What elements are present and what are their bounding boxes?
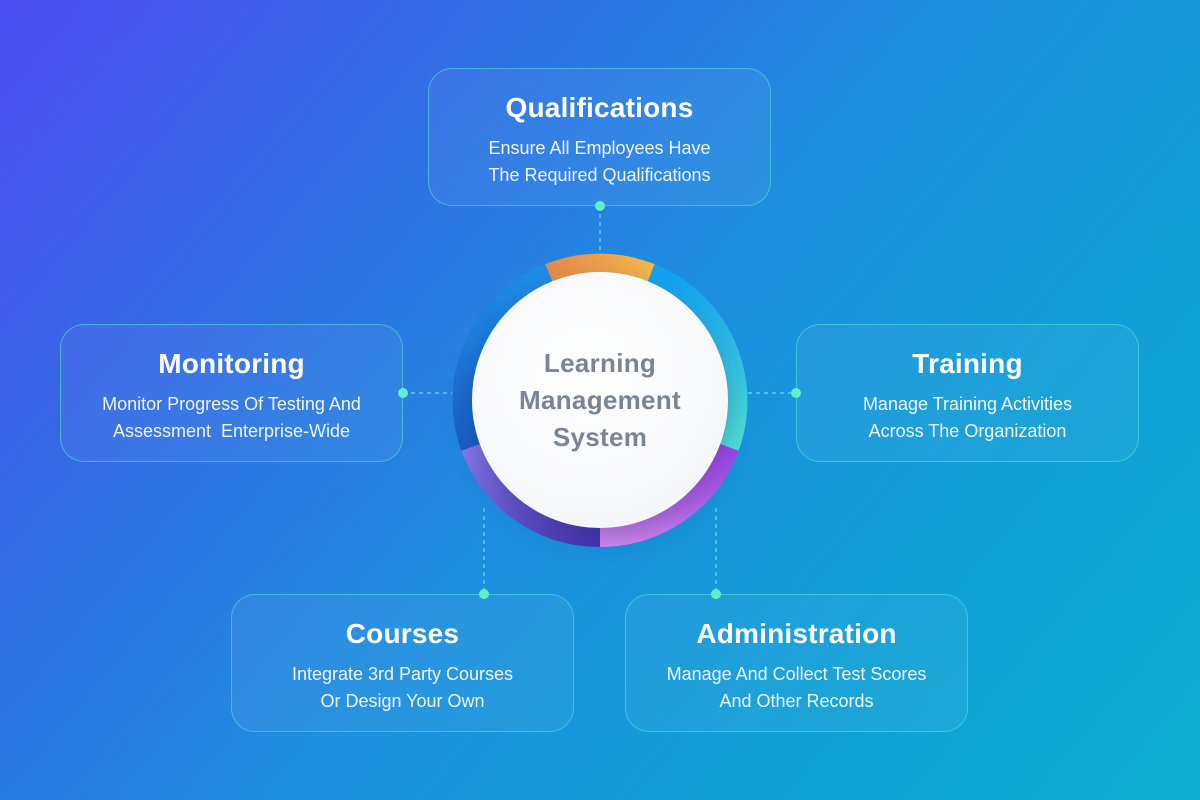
hub-title-line-1: Learning: [543, 347, 657, 378]
training-description-line-1: Manage Training Activities: [862, 394, 1073, 414]
administration-card: Administration Manage And Collect Test S…: [625, 594, 968, 732]
qualifications-description-line-2: The Required Qualifications: [488, 165, 711, 185]
monitoring-description-line-1: Monitor Progress Of Testing And: [102, 394, 361, 414]
courses-title: Courses: [345, 618, 460, 649]
monitoring-title: Monitoring: [158, 348, 305, 379]
courses-description-line-2: Or Design Your Own: [320, 691, 485, 711]
hub-title-line-3: System: [552, 421, 648, 452]
hub-title-line-2: Management: [519, 384, 681, 415]
training-title: Training: [912, 348, 1023, 379]
administration-description-line-1: Manage And Collect Test Scores: [666, 664, 927, 684]
qualifications-title: Qualifications: [505, 92, 694, 123]
courses-description-line-1: Integrate 3rd Party Courses: [291, 664, 514, 684]
monitoring-description-line-2: Assessment Enterprise-Wide: [112, 421, 351, 441]
hub-center: Learning Management System: [472, 272, 728, 528]
qualifications-card: Qualifications Ensure All Employees Have…: [428, 68, 771, 206]
qualifications-description-line-1: Ensure All Employees Have: [488, 138, 711, 158]
monitoring-card: Monitoring Monitor Progress Of Testing A…: [60, 324, 403, 462]
training-card: Training Manage Training Activities Acro…: [796, 324, 1139, 462]
administration-description-line-2: And Other Records: [719, 691, 874, 711]
training-description-line-2: Across The Organization: [868, 421, 1067, 441]
administration-title: Administration: [696, 618, 897, 649]
courses-card: Courses Integrate 3rd Party Courses Or D…: [231, 594, 574, 732]
